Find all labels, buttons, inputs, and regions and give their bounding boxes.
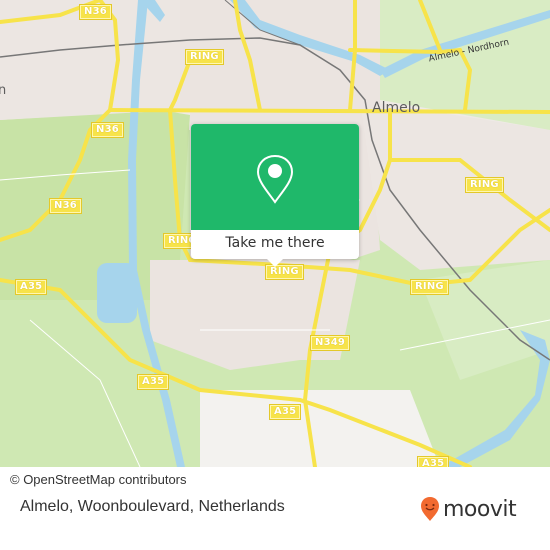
road-shield-a35: A35	[136, 374, 170, 390]
road-shield-a35: A35	[14, 279, 48, 295]
road-shield-a35: A35	[268, 404, 302, 420]
road-shield-n36: N36	[91, 122, 124, 138]
moovit-wordmark: moovit	[443, 496, 517, 522]
location-popup: Take me there	[191, 124, 359, 267]
moovit-pin-icon	[421, 497, 439, 521]
footer: Almelo, Woonboulevard, Netherlands moovi…	[0, 490, 550, 550]
road-shield-ring: RING	[265, 264, 304, 280]
location-title: Almelo, Woonboulevard, Netherlands	[20, 498, 285, 515]
popup-pointer	[267, 259, 283, 267]
map-attribution[interactable]: © OpenStreetMap contributors	[0, 470, 191, 489]
road-shield-n36: N36	[49, 198, 82, 214]
road-shield-n36: N36	[79, 4, 112, 20]
road-shield-ring: RING	[465, 177, 504, 193]
place-label-partial: n	[0, 83, 7, 98]
take-me-there-button[interactable]: Take me there	[191, 230, 359, 259]
road-shield-a35: A35	[416, 456, 450, 467]
popup-header	[191, 124, 359, 230]
moovit-logo[interactable]: moovit	[420, 496, 517, 522]
road-shield-ring: RING	[185, 49, 224, 65]
place-label-almelo: Almelo	[372, 100, 421, 116]
location-pin-icon	[256, 154, 294, 204]
road-shield-n349: N349	[309, 335, 351, 351]
road-shield-ring: RING	[410, 279, 449, 295]
